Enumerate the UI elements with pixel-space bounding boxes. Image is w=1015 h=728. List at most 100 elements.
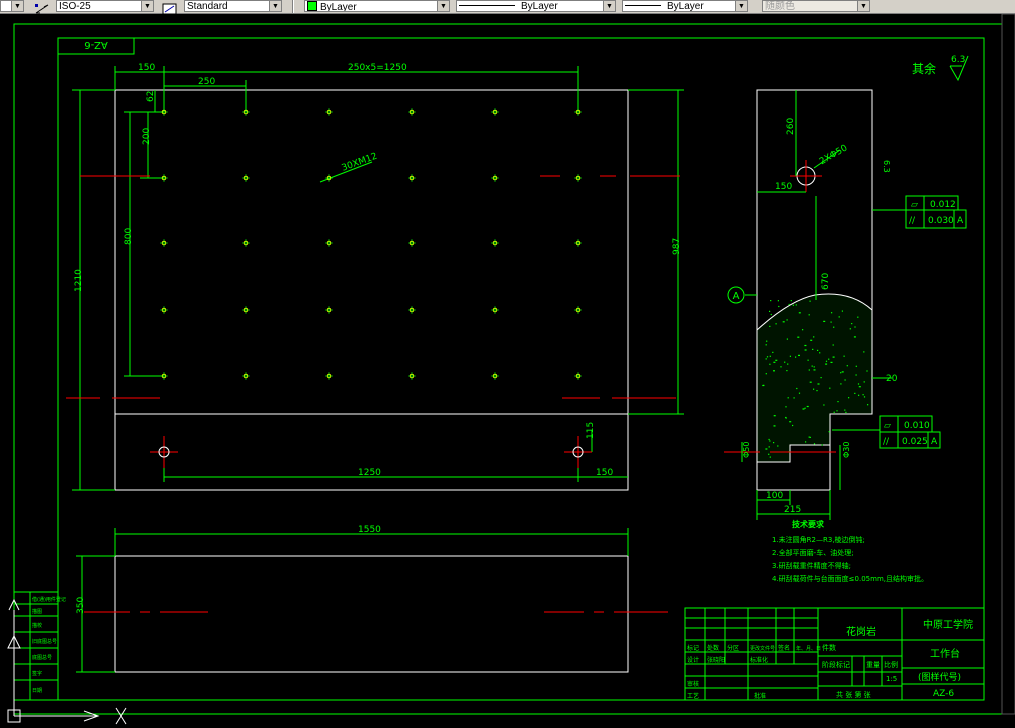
text-style-value: Standard	[187, 1, 228, 12]
color-value: ByLayer	[320, 2, 357, 12]
tb-r3-0: 工艺	[687, 692, 699, 700]
hatch-dot	[775, 359, 778, 361]
hatch-dot	[768, 453, 770, 455]
hatch-dot	[837, 401, 839, 403]
hatch-dot	[792, 304, 794, 306]
dim-150: 150	[138, 63, 155, 73]
tb-r1-3: 标准化	[750, 656, 768, 664]
roughness-value: 6.3	[951, 55, 965, 65]
hatch-dot	[812, 348, 814, 350]
hatch-dot	[853, 336, 856, 338]
datum-a-label: A	[733, 291, 740, 302]
hatch-dot	[862, 394, 864, 396]
hatch-dot	[786, 319, 788, 321]
hatch-dot	[804, 407, 806, 409]
dimension-style-icon[interactable]	[34, 0, 50, 14]
hatch-dot	[844, 379, 846, 381]
lineweight-select[interactable]: ByLayer ▼	[622, 0, 748, 12]
vertical-scrollbar[interactable]	[1001, 14, 1015, 715]
hatch-dot	[785, 416, 787, 419]
drawing-canvas[interactable]: AZ-6 其余 6.3 150 250 250x5=1250 62 200 80…	[0, 14, 1015, 728]
side-dim-d30: Φ30	[842, 442, 851, 458]
tb-h-1: 处数	[707, 644, 719, 652]
hatch-dot	[808, 314, 810, 316]
hatch-dot	[797, 336, 800, 338]
roughness-prefix: 其余	[912, 61, 936, 76]
hatch-dot	[793, 397, 795, 399]
strip-2: 描校	[32, 622, 42, 629]
chevron-down-icon: ▼	[11, 1, 23, 11]
title-material: 花岗岩	[846, 625, 876, 638]
strip-1: 描图	[32, 608, 42, 615]
hatch-dot	[819, 352, 821, 354]
strip-4: 底图总号	[32, 654, 52, 661]
tol3-value: 0.010	[904, 421, 930, 431]
hatch-dot	[830, 361, 833, 363]
hatch-dot	[773, 361, 776, 363]
hatch-dot	[813, 336, 815, 338]
hatch-dot	[804, 344, 807, 347]
hatch-dot	[823, 320, 826, 322]
tb-h-0: 标记	[687, 644, 699, 652]
color-select[interactable]: ByLayer ▼	[304, 0, 450, 12]
hatch-dot	[807, 359, 809, 361]
tech-req-1: 1.未注圆角R2—R3,棱边倒钝;	[772, 535, 865, 544]
hatch-dot	[775, 323, 777, 325]
tol2-value: 0.030	[928, 216, 954, 226]
hatch-dot	[768, 446, 770, 448]
text-style-icon[interactable]	[162, 0, 178, 15]
dimension-style-value: ISO-25	[59, 1, 91, 12]
hatch-dot	[769, 355, 771, 357]
tech-req-2: 2.全部平面磨-车、油处理;	[772, 548, 854, 557]
hatch-dot	[858, 386, 861, 388]
hatch-dot	[836, 410, 838, 412]
linetype-select[interactable]: ByLayer ▼	[456, 0, 616, 12]
hatch-dot	[811, 365, 813, 367]
title-weight: 重量	[866, 661, 880, 669]
tol2-ref: A	[957, 216, 964, 226]
title-scale: 1:5	[886, 675, 897, 683]
hatch-dot	[788, 303, 790, 306]
dim-115: 115	[586, 422, 596, 439]
hatch-dot	[796, 387, 798, 390]
hatch-dot	[848, 397, 850, 399]
hatch-dot	[858, 394, 860, 396]
tol1-value: 0.012	[930, 200, 956, 210]
tol2-symbol: //	[909, 216, 916, 226]
properties-toolbar: ▼ ISO-25 ▼ Standard ▼ ByLayer ▼ ByLayer ▼ By…	[0, 0, 1015, 15]
title-mark: 件数	[822, 643, 836, 652]
hatch-dot	[773, 442, 775, 444]
strip-6: 日期	[32, 688, 42, 694]
side-dim-260: 260	[786, 118, 796, 135]
tb-r3-3: 批准	[754, 692, 766, 700]
lineweight-value: ByLayer	[667, 1, 704, 12]
toolbar-left-dropdown[interactable]: ▼	[0, 0, 24, 12]
title-school: 中原工学院	[923, 618, 973, 631]
side-dim-215: 215	[784, 505, 801, 515]
hatch-dot	[777, 300, 779, 302]
dim-250: 250	[198, 77, 215, 87]
hatch-dot	[789, 355, 791, 357]
side-roughness: 6.3	[882, 160, 891, 173]
hatch-dot	[795, 356, 797, 358]
hatch-dot	[833, 411, 835, 413]
hatch-dot	[769, 325, 771, 327]
strip-3: 旧底图总号	[32, 638, 57, 645]
dim-350: 350	[76, 597, 86, 614]
tb-h-5: 年、月、日	[796, 645, 821, 652]
dimension-style-select[interactable]: ISO-25 ▼	[56, 0, 154, 12]
hatch-dot	[780, 366, 782, 368]
chevron-down-icon: ▼	[269, 1, 281, 11]
hatch-dot	[813, 369, 816, 371]
tech-req-title: 技术要求	[792, 519, 825, 529]
text-style-select[interactable]: Standard ▼	[184, 0, 282, 12]
dim-1210: 1210	[74, 269, 84, 292]
tb-r2-0: 审核	[687, 680, 699, 688]
tech-req-3: 3.研刮载重件精度不得轴;	[772, 561, 851, 570]
hatch-dot	[786, 370, 788, 372]
hatch-dot	[857, 383, 860, 385]
tb-r1-0: 设计	[687, 656, 699, 664]
hatch-dot	[768, 438, 770, 441]
title-sheets: 共 张 第 张	[836, 690, 871, 699]
lineweight-preview-icon	[625, 5, 661, 6]
